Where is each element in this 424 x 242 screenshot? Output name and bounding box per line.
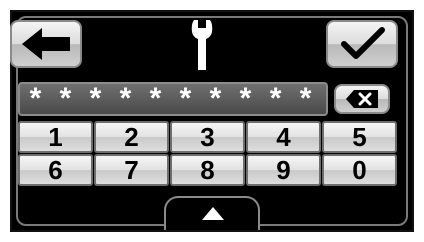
key-4[interactable]: 4 [246,121,321,153]
triangle-up-icon [202,207,224,220]
backspace-button[interactable] [334,84,390,114]
key-9[interactable]: 9 [246,154,321,186]
key-1[interactable]: 1 [18,121,93,153]
password-mask: * * * * * * * * * * [29,82,317,115]
key-8[interactable]: 8 [170,154,245,186]
wrench-icon [191,20,213,70]
device-frame: * * * * * * * * * * 1 2 3 4 5 6 7 8 9 0 [0,0,424,242]
key-7[interactable]: 7 [94,154,169,186]
key-0[interactable]: 0 [322,154,397,186]
password-display: * * * * * * * * * * [18,82,328,116]
key-3[interactable]: 3 [170,121,245,153]
left-arrow-icon [22,28,70,60]
key-5[interactable]: 5 [322,121,397,153]
key-6[interactable]: 6 [18,154,93,186]
expand-tab[interactable] [164,196,260,230]
checkmark-icon [341,27,385,59]
key-2[interactable]: 2 [94,121,169,153]
back-button[interactable] [10,20,82,68]
backspace-x-icon [346,90,378,108]
numeric-keypad: 1 2 3 4 5 6 7 8 9 0 [18,121,398,187]
confirm-button[interactable] [326,20,398,68]
